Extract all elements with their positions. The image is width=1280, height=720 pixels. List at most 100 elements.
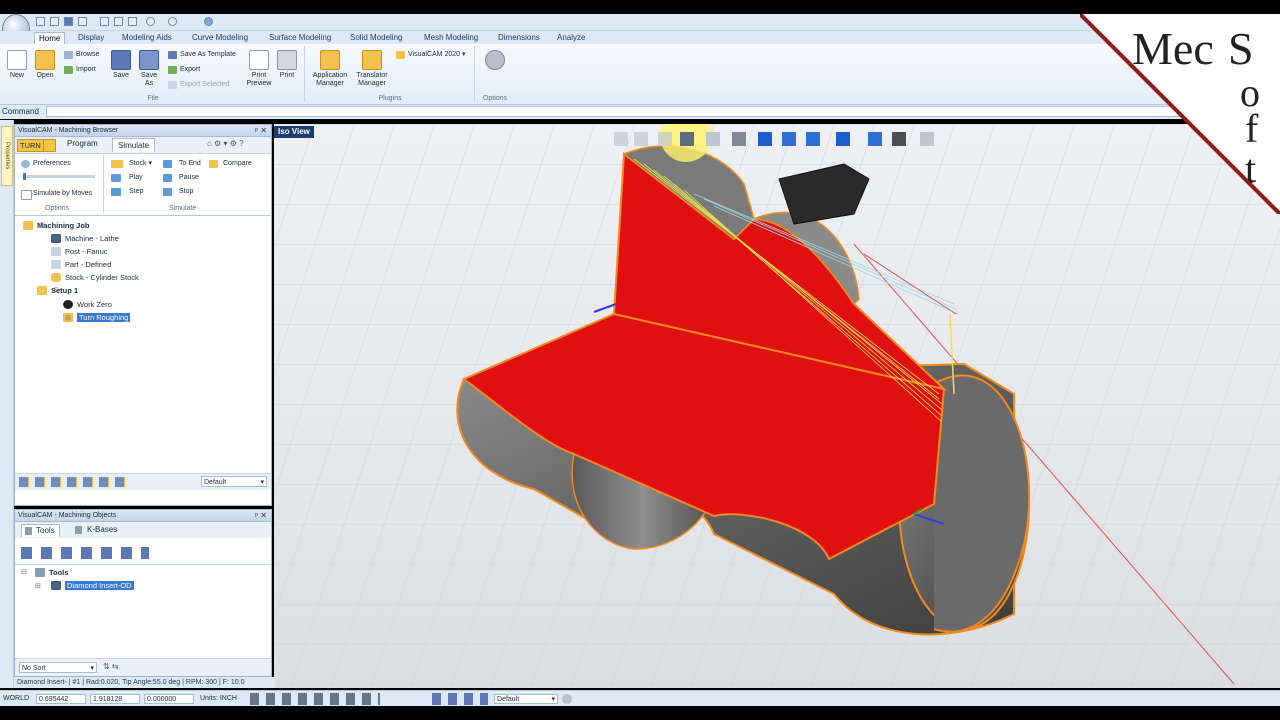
panel-tools-icons[interactable]: ⌂ ⚙ ▾ ⚙ ? bbox=[207, 139, 244, 148]
properties-tab[interactable]: Properties bbox=[1, 126, 13, 186]
pan-icon[interactable] bbox=[706, 132, 720, 146]
watermark-text-s: S bbox=[1228, 23, 1254, 74]
tab-simulate[interactable]: Simulate bbox=[112, 138, 156, 152]
panel-close-icon[interactable]: ᵖ ✕ bbox=[255, 125, 267, 136]
print-icon[interactable] bbox=[78, 17, 87, 26]
zoom-out-icon[interactable] bbox=[614, 132, 628, 146]
tree-item-work-zero[interactable]: Work Zero bbox=[63, 299, 112, 310]
watermark-text-t: t bbox=[1245, 146, 1256, 191]
tab-mesh-modeling[interactable]: Mesh Modeling bbox=[420, 32, 482, 44]
tree-item-machine[interactable]: Machine - Lathe bbox=[51, 233, 119, 244]
tab-analyze[interactable]: Analyze bbox=[553, 32, 589, 44]
visualcam-dropdown[interactable]: VisualCAM 2020 ▾ bbox=[396, 50, 465, 60]
turn-tool-icon[interactable] bbox=[43, 139, 56, 152]
turn-mode-badge[interactable]: TURN bbox=[17, 139, 44, 152]
tree-item-diamond-insert[interactable]: Diamond Insert-OD bbox=[51, 580, 134, 591]
tab-display[interactable]: Display bbox=[74, 32, 108, 44]
paste-icon[interactable] bbox=[128, 17, 137, 26]
copy-icon[interactable] bbox=[114, 17, 123, 26]
redo-view-icon[interactable] bbox=[892, 132, 906, 146]
tab-curve-modeling[interactable]: Curve Modeling bbox=[188, 32, 252, 44]
export-button[interactable]: Export bbox=[168, 65, 200, 75]
sim-speed-slider[interactable] bbox=[23, 173, 95, 180]
simulate-by-moves-checkbox[interactable]: Simulate by Moves bbox=[21, 189, 92, 200]
zoom-window-icon[interactable] bbox=[658, 132, 672, 146]
import-button[interactable]: Import bbox=[64, 65, 96, 75]
iso-view-icon[interactable] bbox=[782, 132, 796, 146]
step-icon bbox=[111, 188, 121, 196]
stop-button[interactable]: Stop bbox=[163, 187, 193, 197]
open-icon[interactable] bbox=[50, 17, 59, 26]
tree-item-machining-job[interactable]: Machining Job bbox=[23, 220, 90, 231]
cut-icon[interactable] bbox=[100, 17, 109, 26]
tree-item-tools[interactable]: Tools bbox=[35, 567, 68, 578]
view-label[interactable]: Iso View bbox=[274, 126, 314, 138]
y-coordinate: 1.918128 bbox=[90, 694, 140, 704]
collapse-icon[interactable]: ⊟ bbox=[21, 568, 27, 576]
translator-manager-button[interactable]: Translator Manager bbox=[352, 50, 392, 88]
save-button[interactable]: Save bbox=[108, 50, 134, 80]
application-manager-button[interactable]: Application Manager bbox=[310, 50, 350, 88]
play-icon bbox=[111, 174, 121, 182]
visualcam-icon bbox=[396, 51, 405, 59]
tab-kbases[interactable]: K-Bases bbox=[73, 524, 117, 536]
new-button[interactable]: New bbox=[4, 50, 30, 80]
sort-select[interactable]: No Sort ▾ bbox=[19, 662, 97, 673]
expand-icon[interactable]: ⊞ bbox=[35, 582, 41, 590]
redo-icon[interactable] bbox=[168, 17, 177, 26]
compare-button[interactable]: Compare bbox=[209, 159, 252, 169]
tool-creation-icons[interactable] bbox=[21, 547, 149, 559]
tab-program[interactable]: Program bbox=[67, 139, 98, 148]
pause-icon bbox=[163, 174, 172, 182]
options-button[interactable] bbox=[482, 50, 508, 72]
template-select[interactable]: Default ▾ bbox=[201, 476, 267, 487]
tab-dimensions[interactable]: Dimensions bbox=[494, 32, 544, 44]
tab-solid-modeling[interactable]: Solid Modeling bbox=[346, 32, 406, 44]
rotate-icon[interactable] bbox=[732, 132, 746, 146]
home-view-icon[interactable] bbox=[806, 132, 820, 146]
play-button[interactable]: Play bbox=[111, 173, 143, 183]
tab-modeling-aids[interactable]: Modeling Aids bbox=[118, 32, 176, 44]
undo-view-icon[interactable] bbox=[868, 132, 882, 146]
tree-item-part[interactable]: Part - Defined bbox=[51, 259, 111, 270]
sort-order-icons[interactable]: ⇅ ⇆ bbox=[103, 662, 119, 671]
save-icon[interactable] bbox=[64, 17, 73, 26]
watermark-text-mec: Mec bbox=[1132, 23, 1214, 74]
settings-gear-icon[interactable] bbox=[562, 694, 572, 704]
view-settings-icon[interactable] bbox=[920, 132, 934, 146]
tab-surface-modeling[interactable]: Surface Modeling bbox=[265, 32, 335, 44]
panel-close-icon[interactable]: ᵖ ✕ bbox=[255, 510, 267, 521]
tree-item-post[interactable]: Post - Fanuc bbox=[51, 246, 108, 257]
front-view-icon[interactable] bbox=[758, 132, 772, 146]
collapse-icon[interactable]: ⊟ bbox=[39, 221, 45, 229]
export-selected-button[interactable]: Export Selected bbox=[168, 80, 229, 90]
to-end-button[interactable]: To End bbox=[163, 159, 201, 169]
open-button[interactable]: Open bbox=[32, 50, 58, 80]
preferences-button[interactable]: Preferences bbox=[21, 159, 71, 169]
stock-button[interactable]: Stock ▾ bbox=[111, 159, 152, 169]
undo-icon[interactable] bbox=[146, 17, 155, 26]
zoom-in-icon[interactable] bbox=[634, 132, 648, 146]
new-icon[interactable] bbox=[36, 17, 45, 26]
tree-item-turn-roughing[interactable]: Turn Roughing bbox=[63, 312, 131, 323]
pause-button[interactable]: Pause bbox=[163, 173, 199, 183]
operation-toolbar-icons[interactable] bbox=[19, 477, 131, 487]
layer-toolbar-icons[interactable] bbox=[432, 693, 488, 705]
print-button[interactable]: Print bbox=[274, 50, 300, 80]
snap-toolbar-icons[interactable] bbox=[250, 693, 380, 705]
save-as-button[interactable]: Save As bbox=[136, 50, 162, 88]
bottom-black-band bbox=[0, 706, 1280, 720]
save-as-template-button[interactable]: Save As Template bbox=[168, 50, 236, 60]
step-button[interactable]: Step bbox=[111, 187, 143, 197]
collapse-icon[interactable]: ⊟ bbox=[53, 286, 59, 294]
expand-icon[interactable]: ⊞ bbox=[65, 314, 71, 322]
watermark-text-f: f bbox=[1245, 106, 1259, 151]
tab-tools[interactable]: Tools bbox=[21, 524, 60, 537]
refresh-icon[interactable] bbox=[204, 17, 213, 26]
shaded-cube-icon[interactable] bbox=[836, 132, 850, 146]
layer-select[interactable]: Default ▾ bbox=[494, 694, 558, 704]
tree-item-stock[interactable]: Stock - Cylinder Stock bbox=[51, 272, 139, 283]
browse-button[interactable]: Browse bbox=[64, 50, 99, 60]
print-preview-button[interactable]: Print Preview bbox=[246, 50, 272, 88]
zoom-extents-icon[interactable] bbox=[680, 132, 694, 146]
